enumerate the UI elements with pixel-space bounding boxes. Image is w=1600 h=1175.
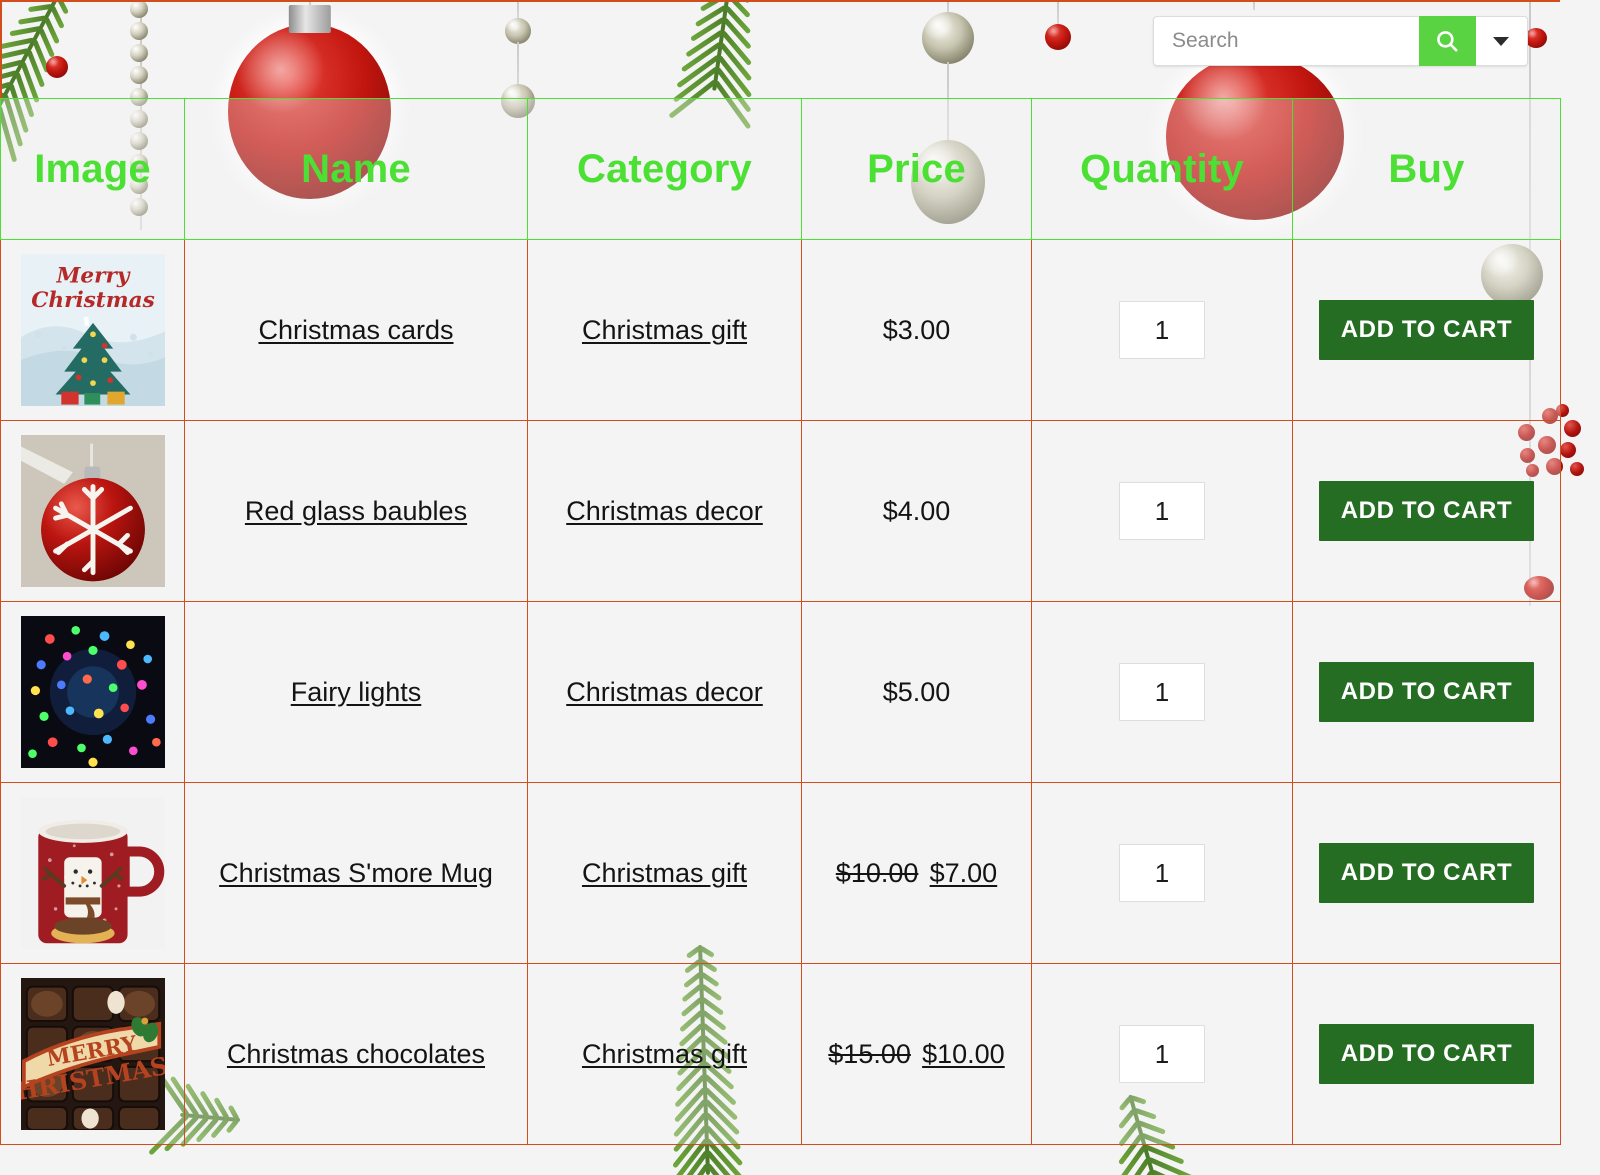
- product-category-cell: Christmas gift: [527, 239, 802, 421]
- table-row: Fairy lights Christmas decor $5.00 ADD TO C…: [0, 601, 1561, 783]
- add-to-cart-button[interactable]: ADD TO CART: [1318, 843, 1535, 903]
- search-bar: [1153, 16, 1528, 66]
- product-category-link[interactable]: Christmas gift: [582, 315, 747, 345]
- product-image-cell: Merry Christmas: [0, 239, 185, 421]
- product-quantity-cell: [1031, 782, 1293, 964]
- product-category-link[interactable]: Christmas gift: [582, 1039, 747, 1069]
- product-thumbnail[interactable]: Merry Christmas: [20, 254, 165, 406]
- product-price-cell: $15.00 $10.00: [801, 963, 1032, 1145]
- column-header-name: Name: [184, 98, 528, 240]
- original-price: $10.00: [835, 857, 919, 888]
- product-category-link[interactable]: Christmas decor: [566, 677, 763, 707]
- product-buy-cell: ADD TO CART: [1292, 239, 1561, 421]
- silver-ornament-icon: [505, 18, 531, 44]
- product-quantity-cell: [1031, 239, 1293, 421]
- quantity-input[interactable]: [1119, 482, 1205, 540]
- product-category-cell: Christmas gift: [527, 782, 802, 964]
- product-price: $3.00: [882, 314, 951, 345]
- product-table: Image Name Category Price Quantity Buy M…: [0, 98, 1561, 1145]
- product-buy-cell: ADD TO CART: [1292, 420, 1561, 602]
- product-image-cell: [0, 420, 185, 602]
- search-dropdown-button[interactable]: [1475, 16, 1528, 66]
- product-name-link[interactable]: Christmas cards: [258, 315, 453, 345]
- product-category-cell: Christmas gift: [527, 963, 802, 1145]
- chevron-down-icon: [1493, 36, 1510, 46]
- product-buy-cell: ADD TO CART: [1292, 963, 1561, 1145]
- product-price-cell: $3.00: [801, 239, 1032, 421]
- product-name-link[interactable]: Red glass baubles: [245, 496, 467, 526]
- product-name-cell: Red glass baubles: [184, 420, 528, 602]
- pine-branch-icon: [635, 0, 814, 130]
- product-category-cell: Christmas decor: [527, 601, 802, 783]
- product-price: $5.00: [882, 676, 951, 707]
- table-head: Image Name Category Price Quantity Buy: [0, 98, 1561, 240]
- product-name-cell: Christmas cards: [184, 239, 528, 421]
- product-image-cell: MERRY HRISTMAS: [0, 963, 185, 1145]
- red-ornament-icon: [1045, 24, 1071, 50]
- column-header-price: Price: [801, 98, 1032, 240]
- svg-text:Christmas: Christmas: [31, 288, 155, 313]
- product-name-link[interactable]: Christmas chocolates: [227, 1039, 485, 1069]
- quantity-input[interactable]: [1119, 663, 1205, 721]
- product-buy-cell: ADD TO CART: [1292, 782, 1561, 964]
- berry-icon: [46, 56, 68, 78]
- svg-text:Merry: Merry: [55, 264, 130, 289]
- table-row: Merry Christmas Christmas cards Christmas…: [0, 239, 1561, 421]
- search-icon: [1434, 28, 1460, 54]
- quantity-input[interactable]: [1119, 301, 1205, 359]
- berry-icon: [1525, 28, 1547, 48]
- page-top-rule: [0, 0, 1560, 2]
- product-name-cell: Christmas S'more Mug: [184, 782, 528, 964]
- product-quantity-cell: [1031, 420, 1293, 602]
- product-name-cell: Fairy lights: [184, 601, 528, 783]
- product-name-link[interactable]: Fairy lights: [291, 677, 422, 707]
- search-input[interactable]: [1153, 16, 1420, 66]
- product-name-cell: Christmas chocolates: [184, 963, 528, 1145]
- product-quantity-cell: [1031, 963, 1293, 1145]
- product-thumbnail[interactable]: MERRY HRISTMAS: [20, 978, 165, 1130]
- product-name-link[interactable]: Christmas S'more Mug: [219, 858, 493, 888]
- product-quantity-cell: [1031, 601, 1293, 783]
- page-left-rule: [0, 0, 2, 98]
- product-buy-cell: ADD TO CART: [1292, 601, 1561, 783]
- table-row: MERRY HRISTMAS Christmas chocolates Chris…: [0, 963, 1561, 1145]
- search-button[interactable]: [1419, 16, 1476, 66]
- table-body: Merry Christmas Christmas cards Christmas…: [0, 239, 1561, 1145]
- add-to-cart-button[interactable]: ADD TO CART: [1318, 662, 1535, 722]
- column-header-quantity: Quantity: [1031, 98, 1293, 240]
- column-header-category: Category: [527, 98, 802, 240]
- quantity-input[interactable]: [1119, 1025, 1205, 1083]
- column-header-image: Image: [0, 98, 185, 240]
- add-to-cart-button[interactable]: ADD TO CART: [1318, 481, 1535, 541]
- add-to-cart-button[interactable]: ADD TO CART: [1318, 300, 1535, 360]
- product-thumbnail[interactable]: [20, 616, 165, 768]
- sale-price[interactable]: $10.00: [922, 1039, 1005, 1069]
- product-price: $4.00: [882, 495, 951, 526]
- product-price-cell: $5.00: [801, 601, 1032, 783]
- product-category-link[interactable]: Christmas decor: [566, 496, 763, 526]
- product-price-cell: $4.00: [801, 420, 1032, 602]
- table-row: Christmas S'more Mug Christmas gift $10.00…: [0, 782, 1561, 964]
- original-price: $15.00: [828, 1038, 911, 1069]
- product-category-link[interactable]: Christmas gift: [582, 858, 747, 888]
- column-header-buy: Buy: [1292, 98, 1561, 240]
- product-thumbnail[interactable]: [20, 435, 165, 587]
- quantity-input[interactable]: [1119, 844, 1205, 902]
- product-price-cell: $10.00 $7.00: [801, 782, 1032, 964]
- product-table-container: Image Name Category Price Quantity Buy M…: [0, 98, 1561, 1145]
- sale-price[interactable]: $7.00: [930, 858, 998, 888]
- product-category-cell: Christmas decor: [527, 420, 802, 602]
- table-header-row: Image Name Category Price Quantity Buy: [0, 98, 1561, 240]
- christmas-shop-page: Image Name Category Price Quantity Buy M…: [0, 0, 1600, 1175]
- product-image-cell: [0, 782, 185, 964]
- product-thumbnail[interactable]: [20, 797, 165, 949]
- product-image-cell: [0, 601, 185, 783]
- silver-ornament-icon: [922, 12, 974, 64]
- table-row: Red glass baubles Christmas decor $4.00 ADD…: [0, 420, 1561, 602]
- add-to-cart-button[interactable]: ADD TO CART: [1318, 1024, 1535, 1084]
